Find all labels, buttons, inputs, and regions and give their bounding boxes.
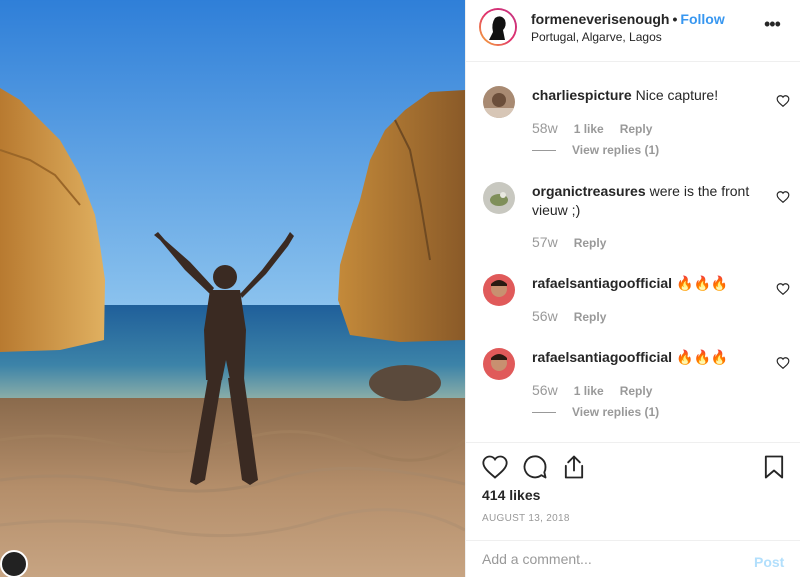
avatar-image (483, 348, 515, 380)
commenter-username[interactable]: organictreasures (532, 183, 646, 199)
add-comment-input[interactable] (482, 551, 732, 567)
reply-button[interactable]: Reply (620, 122, 653, 136)
bookmark-icon[interactable] (760, 453, 788, 481)
post-comment-button[interactable]: Post (754, 554, 784, 570)
like-comment-heart-icon[interactable] (776, 94, 790, 108)
replies-divider (532, 412, 556, 414)
comment-age[interactable]: 58w (532, 120, 558, 136)
comment-likes[interactable]: 1 like (574, 122, 604, 136)
author-line: formeneverisenough • Follow (531, 11, 725, 27)
commenter-username[interactable]: rafaelsantiagoofficial (532, 275, 672, 291)
view-replies-button[interactable]: View replies (1) (532, 143, 659, 157)
share-icon[interactable] (560, 453, 588, 481)
like-comment-heart-icon[interactable] (776, 282, 790, 296)
commenter-username[interactable]: rafaelsantiagoofficial (532, 349, 672, 365)
comment-meta: 56w 1 like Reply (532, 382, 652, 398)
comment-body: 🔥🔥🔥 (676, 349, 729, 365)
comment-icon[interactable] (521, 453, 549, 481)
view-replies-label: View replies (1) (572, 405, 660, 419)
author-avatar[interactable] (479, 8, 517, 46)
post-photo[interactable] (0, 0, 465, 577)
profile-icon[interactable] (0, 550, 28, 578)
location-link[interactable]: Portugal, Algarve, Lagos (531, 30, 662, 44)
commenter-username[interactable]: charliespicture (532, 87, 632, 103)
comment-age[interactable]: 57w (532, 234, 558, 250)
avatar-image (483, 86, 515, 118)
comment-age[interactable]: 56w (532, 308, 558, 324)
commenter-avatar[interactable] (483, 86, 515, 118)
post-header: formeneverisenough • Follow Portugal, Alga… (466, 0, 800, 62)
reply-button[interactable]: Reply (574, 310, 607, 324)
avatar-image (483, 182, 515, 214)
post-date[interactable]: AUGUST 13, 2018 (482, 513, 570, 524)
comment-text: charliespicture Nice capture! (532, 86, 772, 105)
replies-divider (532, 150, 556, 152)
more-options-icon[interactable]: ••• (764, 14, 781, 35)
commenter-avatar[interactable] (483, 274, 515, 306)
author-username[interactable]: formeneverisenough (531, 11, 669, 27)
comment-text: rafaelsantiagoofficial 🔥🔥🔥 (532, 348, 772, 367)
view-replies-label: View replies (1) (572, 143, 660, 157)
heart-icon[interactable] (481, 453, 509, 481)
comment-meta: 58w 1 like Reply (532, 120, 652, 136)
comments-list[interactable]: charliespicture Nice capture! 58w 1 like Re… (466, 62, 800, 442)
like-comment-heart-icon[interactable] (776, 356, 790, 370)
view-replies-button[interactable]: View replies (1) (532, 405, 659, 419)
separator-dot: • (672, 11, 678, 27)
post-actions: 414 likes AUGUST 13, 2018 Post (466, 442, 800, 577)
comment-text: organictreasures were is the front vieuw … (532, 182, 772, 220)
avatar-image (483, 274, 515, 306)
commenter-avatar[interactable] (483, 182, 515, 214)
follow-button[interactable]: Follow (680, 11, 724, 27)
beach-photo-image (0, 0, 465, 577)
comment-text: rafaelsantiagoofficial 🔥🔥🔥 (532, 274, 772, 293)
comment-age[interactable]: 56w (532, 382, 558, 398)
reply-button[interactable]: Reply (574, 236, 607, 250)
add-comment-bar: Post (466, 540, 800, 578)
like-comment-heart-icon[interactable] (776, 190, 790, 204)
comment-body: 🔥🔥🔥 (676, 275, 729, 291)
likes-count[interactable]: 414 likes (482, 487, 540, 503)
comment-meta: 57w Reply (532, 234, 606, 250)
post-side-panel: formeneverisenough • Follow Portugal, Alga… (465, 0, 800, 577)
reply-button[interactable]: Reply (620, 384, 653, 398)
comment-meta: 56w Reply (532, 308, 606, 324)
commenter-avatar[interactable] (483, 348, 515, 380)
comment-body: Nice capture! (635, 87, 719, 103)
comment-likes[interactable]: 1 like (574, 384, 604, 398)
silhouette-icon (481, 10, 515, 44)
